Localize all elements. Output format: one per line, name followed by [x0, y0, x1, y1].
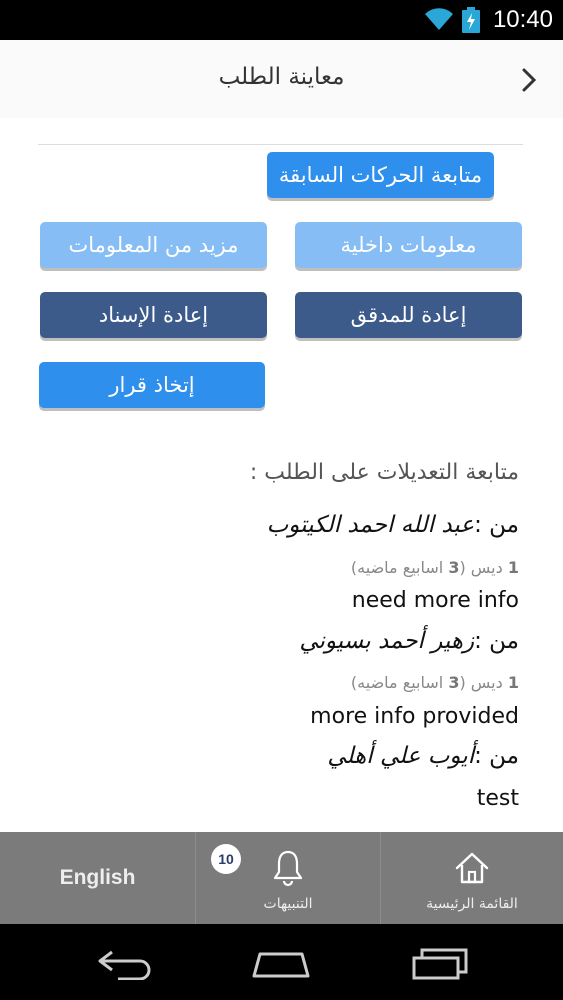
wifi-icon	[425, 8, 453, 31]
from-prefix: من :	[474, 628, 519, 654]
author-name: أيوب علي أهلي	[327, 743, 475, 769]
alerts-badge: 10	[211, 844, 241, 874]
battery-charging-icon	[462, 7, 480, 33]
divider	[38, 144, 523, 145]
status-bar: 10:40	[0, 0, 563, 40]
system-nav-bar	[0, 924, 563, 1000]
history-entry-comment: need more info	[351, 588, 519, 613]
more-info-button[interactable]: مزيد من المعلومات	[40, 222, 267, 268]
history-entry-author: من :أيوب علي أهلي	[327, 743, 519, 769]
language-english-button[interactable]: English	[0, 832, 196, 924]
author-name: عبد الله احمد الكيتوب	[266, 512, 475, 538]
home-icon	[455, 852, 489, 884]
return-to-auditor-button[interactable]: إعادة للمدقق	[295, 292, 522, 338]
internal-info-button[interactable]: معلومات داخلية	[295, 222, 522, 268]
reassign-button[interactable]: إعادة الإسناد	[40, 292, 267, 338]
from-prefix: من :	[474, 512, 519, 538]
home-outline-icon[interactable]	[250, 946, 312, 980]
track-previous-actions-button[interactable]: متابعة الحركات السابقة	[267, 152, 494, 198]
history-entry-date: 1 ديس (3 اسابيع ماضيه)	[350, 558, 519, 577]
status-time: 10:40	[492, 6, 553, 33]
main-menu-button[interactable]: القائمة الرئيسية	[381, 832, 563, 924]
alerts-button[interactable]: 10 التنبيهات	[196, 832, 381, 924]
main-menu-label: القائمة الرئيسية	[426, 896, 518, 912]
history-entry-date: 1 ديس (3 اسابيع ماضيه)	[350, 673, 519, 692]
alerts-label: التنبيهات	[263, 896, 313, 912]
bottom-nav: English 10 التنبيهات القائمة الرئيسية	[0, 832, 563, 924]
page-title: معاينة الطلب	[218, 64, 345, 90]
history-title: متابعة التعديلات على الطلب :	[249, 460, 519, 485]
request-preview-content: متابعة الحركات السابقة مزيد من المعلومات…	[0, 118, 563, 832]
history-entry-author: من :عبد الله احمد الكيتوب	[267, 512, 519, 538]
history-entry-comment: more info provided	[310, 704, 519, 729]
back-arrow-icon[interactable]	[96, 946, 156, 980]
author-name: زهير أحمد بسيوني	[299, 628, 475, 654]
take-decision-button[interactable]: إتخاذ قرار	[39, 362, 265, 408]
chevron-right-icon[interactable]	[519, 66, 541, 94]
from-prefix: من :	[474, 743, 519, 769]
app-header: معاينة الطلب	[0, 40, 563, 119]
english-label: English	[59, 866, 136, 889]
bell-icon	[273, 850, 303, 887]
history-entry-author: من :زهير أحمد بسيوني	[299, 628, 519, 654]
history-entry-comment: test	[476, 786, 519, 811]
recents-icon[interactable]	[410, 946, 470, 980]
